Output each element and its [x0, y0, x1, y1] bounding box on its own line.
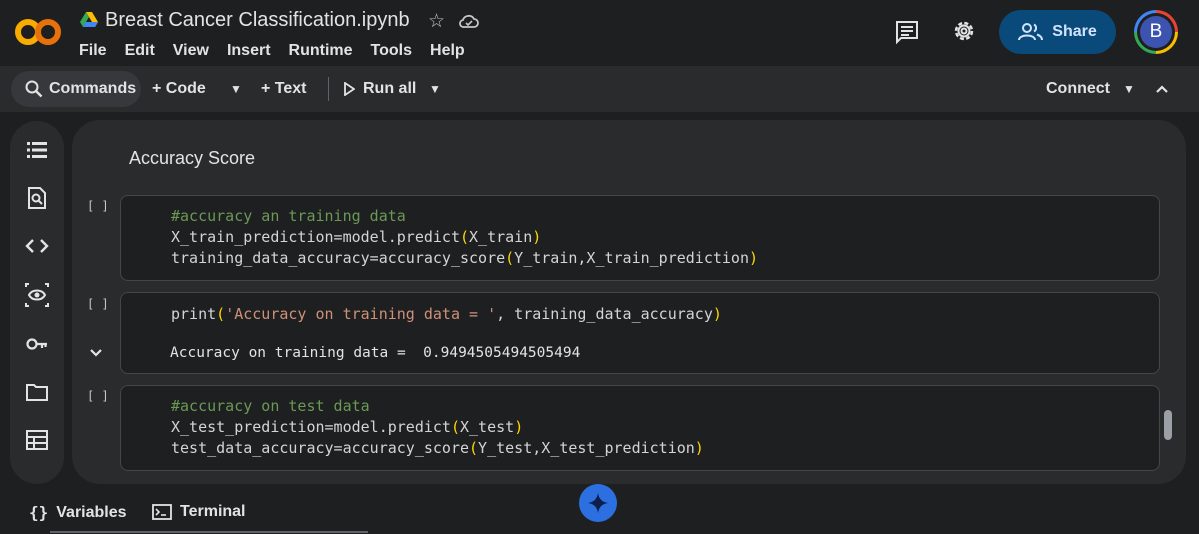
menu-insert[interactable]: Insert — [227, 42, 271, 60]
colab-logo[interactable] — [14, 14, 62, 50]
chevron-down-icon[interactable] — [89, 346, 103, 360]
share-button[interactable]: Share — [999, 10, 1116, 54]
people-icon — [1018, 23, 1044, 41]
data-table-icon[interactable] — [25, 428, 49, 452]
share-label: Share — [1052, 23, 1097, 40]
code-line: X_train_prediction=model.predict(X_train… — [171, 228, 542, 246]
sparkle-icon — [588, 493, 608, 513]
run-cell-button[interactable]: [ ] — [87, 199, 109, 213]
variables-button[interactable]: {} Variables — [29, 503, 127, 522]
code-line: #accuracy on test data — [171, 397, 370, 415]
add-text-label: + Text — [261, 80, 307, 97]
connect-dropdown[interactable]: ▼ — [1123, 66, 1135, 112]
table-of-contents-icon[interactable] — [25, 138, 49, 162]
run-all-dropdown[interactable]: ▼ — [429, 66, 441, 112]
cell-output: Accuracy on training data = 0.9494505494… — [170, 345, 581, 361]
code-line: X_test_prediction=model.predict(X_test) — [171, 418, 524, 436]
menu-runtime[interactable]: Runtime — [289, 42, 353, 60]
add-text-button[interactable]: + Text — [261, 66, 307, 112]
comment-icon[interactable] — [894, 19, 920, 45]
chevron-down-icon: ▼ — [230, 82, 242, 96]
add-code-label: + Code — [152, 80, 206, 97]
search-icon — [25, 80, 43, 98]
menu-help[interactable]: Help — [430, 42, 465, 60]
terminal-button[interactable]: Terminal — [152, 503, 246, 521]
menu-edit[interactable]: Edit — [125, 42, 155, 60]
braces-icon: {} — [29, 503, 49, 522]
menu-view[interactable]: View — [173, 42, 209, 60]
menu-file[interactable]: File — [79, 42, 107, 60]
code-line: test_data_accuracy=accuracy_score(Y_test… — [171, 439, 704, 457]
code-line: #accuracy an training data — [171, 207, 406, 225]
secrets-key-icon[interactable] — [25, 332, 49, 356]
add-code-button[interactable]: + Code — [152, 66, 206, 112]
avatar-letter: B — [1140, 16, 1172, 48]
notebook-title[interactable]: Breast Cancer Classification.ipynb — [105, 9, 410, 32]
toolbar-divider — [328, 77, 329, 101]
commands-label: Commands — [49, 80, 137, 97]
run-cell-button[interactable]: [ ] — [87, 389, 109, 403]
terminal-icon — [152, 504, 172, 520]
files-folder-icon[interactable] — [25, 380, 49, 404]
menu-tools[interactable]: Tools — [371, 42, 412, 60]
code-line: training_data_accuracy=accuracy_score(Y_… — [171, 249, 759, 267]
run-all-button[interactable]: Run all — [343, 66, 416, 112]
code-text: X_train_prediction=model.predict — [171, 228, 460, 246]
terminal-label: Terminal — [180, 503, 246, 520]
chevron-down-icon: ▼ — [429, 82, 441, 96]
run-cell-button[interactable]: [ ] — [87, 297, 109, 311]
variable-inspector-icon[interactable] — [25, 283, 49, 307]
add-cell-dropdown[interactable]: ▼ — [230, 66, 242, 112]
star-icon[interactable]: ☆ — [428, 10, 445, 33]
play-icon — [344, 82, 355, 96]
menu-bar: File Edit View Insert Runtime Tools Help — [79, 42, 483, 60]
notebook-scrollbar[interactable] — [1164, 410, 1172, 440]
avatar[interactable]: B — [1134, 10, 1178, 54]
chevron-down-icon: ▼ — [1123, 82, 1135, 96]
variables-label: Variables — [56, 503, 127, 521]
code-snippets-icon[interactable] — [25, 234, 49, 258]
commands-item[interactable]: Commands — [25, 66, 136, 112]
section-heading: Accuracy Score — [129, 148, 256, 168]
connect-label: Connect — [1046, 80, 1110, 97]
gemini-button[interactable] — [579, 484, 617, 522]
cloud-saved-icon[interactable] — [459, 12, 479, 29]
chevron-up-icon — [1156, 85, 1168, 93]
connect-button[interactable]: Connect — [1046, 66, 1110, 112]
find-replace-icon[interactable] — [25, 186, 49, 210]
google-drive-icon[interactable] — [80, 12, 98, 28]
gear-icon[interactable] — [951, 18, 977, 44]
bottom-divider — [50, 531, 368, 533]
code-line: print('Accuracy on training data = ', tr… — [171, 305, 722, 323]
collapse-header-button[interactable] — [1155, 66, 1169, 112]
run-all-label: Run all — [363, 80, 417, 97]
